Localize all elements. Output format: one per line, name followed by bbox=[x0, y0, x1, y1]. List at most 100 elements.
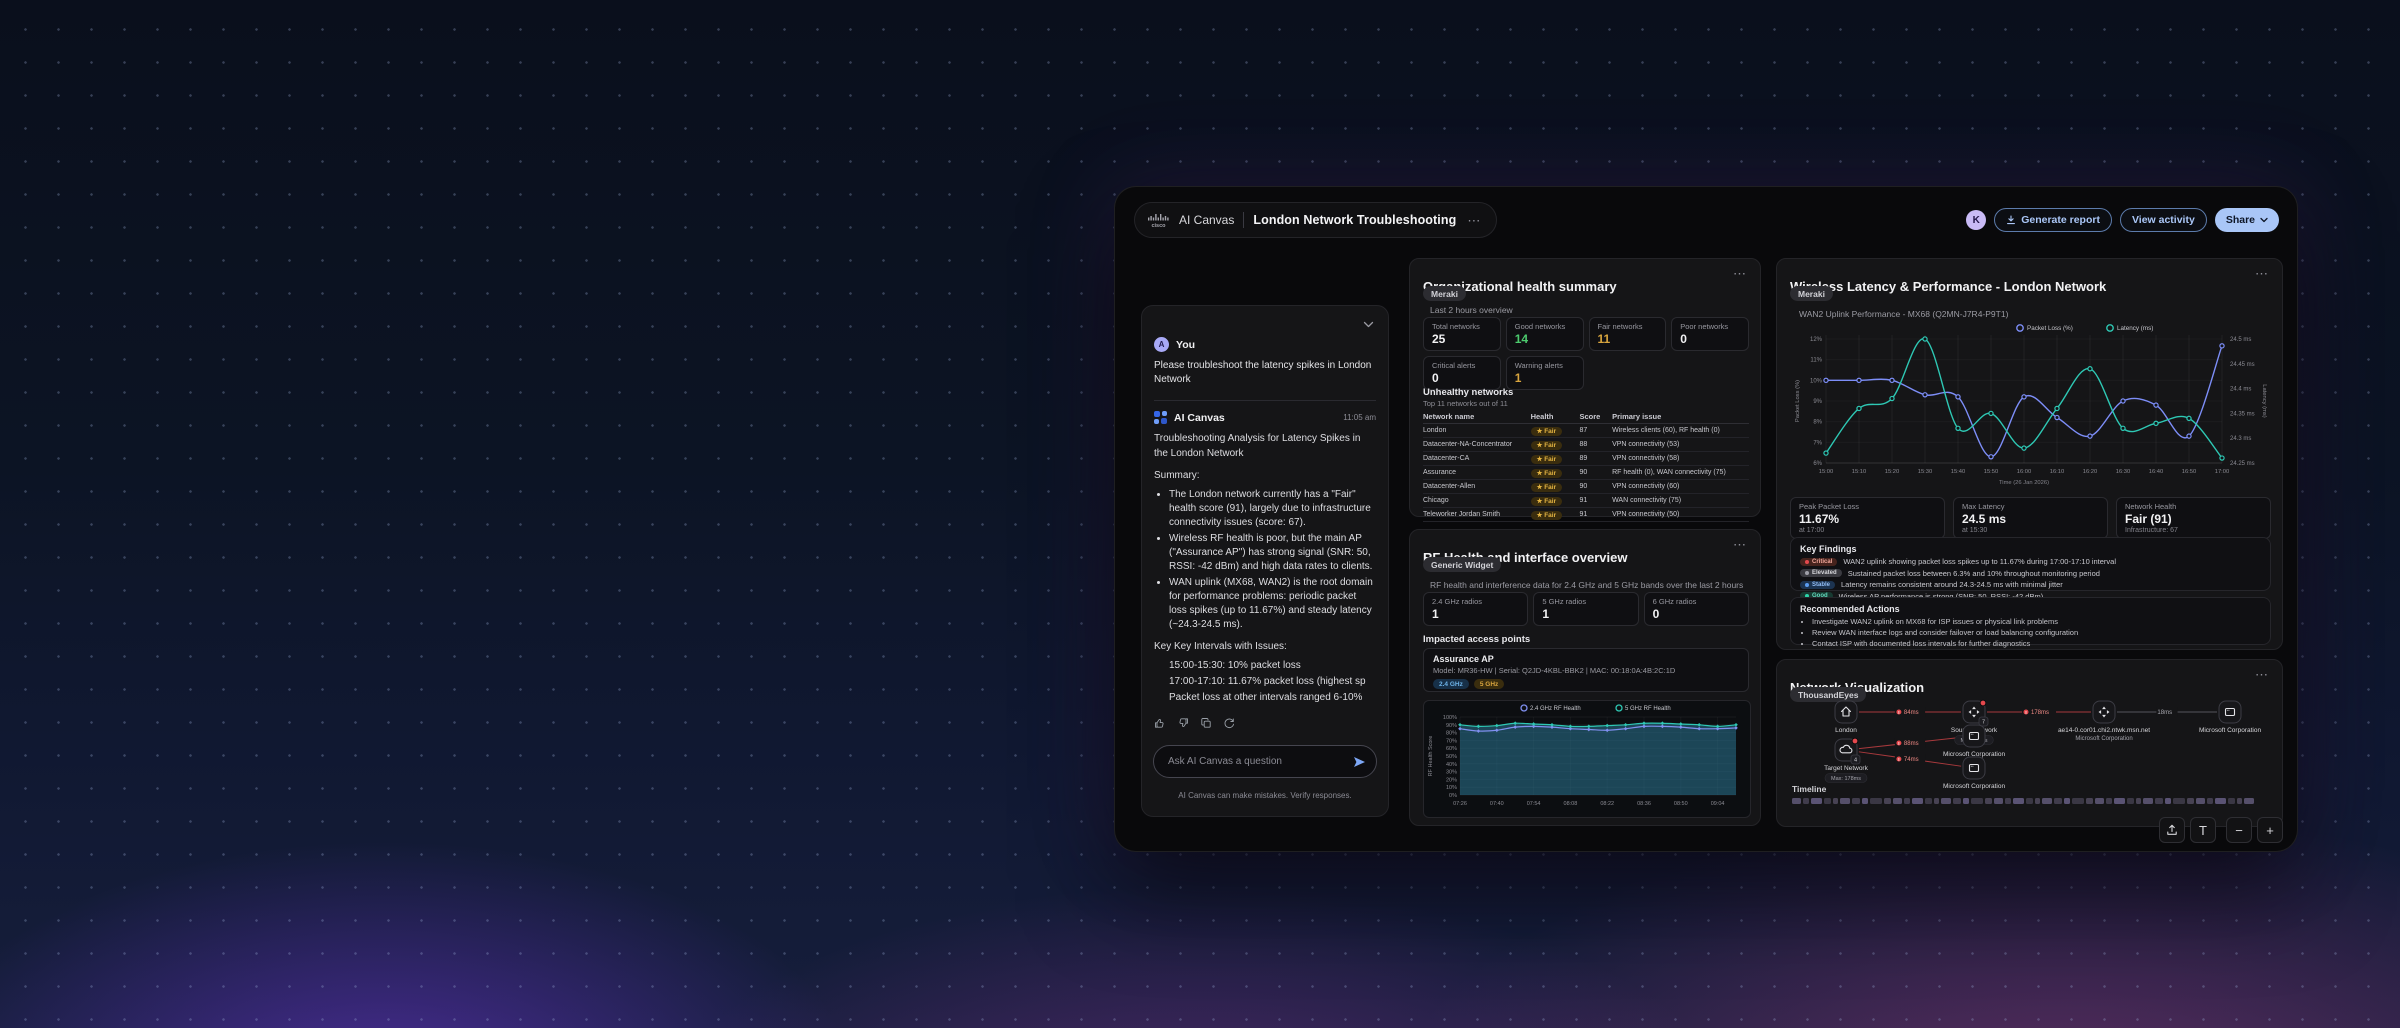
widget-menu-button[interactable]: ⋯ bbox=[2253, 267, 2271, 280]
zoom-in-button[interactable]: + bbox=[2257, 817, 2283, 843]
network-node-ms2[interactable]: Microsoft Corporation bbox=[1943, 757, 2006, 790]
send-button[interactable] bbox=[1351, 754, 1368, 770]
recommended-actions: Recommended Actions Investigate WAN2 upl… bbox=[1790, 597, 2271, 645]
network-row[interactable]: London★ Fair87Wireless clients (60), RF … bbox=[1423, 424, 1749, 438]
svg-text:16:10: 16:10 bbox=[2050, 469, 2065, 475]
thumbs-up-icon bbox=[1154, 717, 1166, 729]
network-row[interactable]: Datacenter-CA★ Fair89VPN connectivity (5… bbox=[1423, 452, 1749, 466]
svg-text:6%: 6% bbox=[1813, 461, 1822, 467]
user-avatar[interactable]: K bbox=[1966, 210, 1986, 230]
svg-text:0%: 0% bbox=[1449, 793, 1457, 799]
brand-label: AI Canvas bbox=[1179, 213, 1234, 227]
share-button[interactable]: Share bbox=[2215, 208, 2279, 232]
chat-user-label: You bbox=[1176, 339, 1195, 351]
widget-menu-button[interactable]: ⋯ bbox=[1731, 538, 1749, 551]
interval-bullet: 15:00-15:30: 10% packet loss bbox=[1169, 659, 1376, 673]
svg-text:2.4 GHz RF Health: 2.4 GHz RF Health bbox=[1530, 706, 1581, 712]
svg-text:Microsoft Corporation: Microsoft Corporation bbox=[1943, 783, 2006, 790]
widget-badge: Meraki bbox=[1423, 286, 1466, 301]
user-message: Please troubleshoot the latency spikes i… bbox=[1154, 359, 1376, 387]
widget-latency: Wireless Latency & Performance - London … bbox=[1776, 258, 2283, 650]
svg-text:Latency (ms): Latency (ms) bbox=[2261, 384, 2267, 418]
interval-bullet: 17:00-17:10: 11.67% packet loss (highest… bbox=[1169, 675, 1376, 689]
svg-text:Microsoft Corporation: Microsoft Corporation bbox=[2075, 736, 2132, 742]
network-node-dest[interactable]: Microsoft Corporation bbox=[2199, 701, 2262, 734]
svg-text:17:00: 17:00 bbox=[2215, 469, 2230, 475]
key-findings: Key Findings CriticalWAN2 uplink showing… bbox=[1790, 537, 2271, 591]
copy-icon bbox=[1200, 717, 1212, 729]
cisco-logo: cisco bbox=[1147, 213, 1170, 228]
summary-list: The London network currently has a "Fair… bbox=[1154, 488, 1376, 632]
view-activity-button[interactable]: View activity bbox=[2120, 208, 2207, 232]
thumbs-up-button[interactable] bbox=[1154, 717, 1166, 732]
stat-card: Poor networks0 bbox=[1671, 317, 1749, 351]
svg-text:08:22: 08:22 bbox=[1600, 801, 1614, 807]
summary-bullet: WAN uplink (MX68, WAN2) is the root doma… bbox=[1169, 576, 1376, 632]
widget-network-viz: Network Visualization ⋯ ThousandEyes !84… bbox=[1776, 659, 2283, 827]
network-node-target[interactable]: 4Target NetworkMax: 178ms bbox=[1824, 738, 1868, 782]
actions-list: Investigate WAN2 uplink on MX68 for ISP … bbox=[1800, 617, 2261, 650]
health-badge: ★ Fair bbox=[1531, 511, 1563, 520]
table-header: Score bbox=[1579, 410, 1612, 424]
regenerate-button[interactable] bbox=[1223, 717, 1235, 732]
widget-menu-button[interactable]: ⋯ bbox=[1731, 267, 1749, 280]
window-title-bar: cisco AI Canvas London Network Troublesh… bbox=[1134, 202, 1497, 238]
title-menu-button[interactable]: ⋯ bbox=[1465, 214, 1483, 227]
generate-report-button[interactable]: Generate report bbox=[1994, 208, 2112, 232]
intervals-list: 15:00-15:30: 10% packet loss 17:00-17:10:… bbox=[1154, 659, 1376, 705]
band-badge: 2.4 GHz bbox=[1433, 679, 1469, 689]
svg-text:11%: 11% bbox=[1810, 358, 1822, 364]
chat-disclaimer: AI Canvas can make mistakes. Verify resp… bbox=[1142, 791, 1388, 800]
svg-text:40%: 40% bbox=[1446, 762, 1457, 768]
table-header: Primary issue bbox=[1612, 410, 1749, 424]
stat-card: 6 GHz radios0 bbox=[1644, 592, 1749, 626]
svg-text:4: 4 bbox=[1854, 758, 1857, 764]
svg-text:15:50: 15:50 bbox=[1984, 469, 1999, 475]
svg-text:16:20: 16:20 bbox=[2083, 469, 2098, 475]
ap-card[interactable]: Assurance AP Model: MR36-HW | Serial: Q2… bbox=[1423, 648, 1749, 692]
svg-text:07:54: 07:54 bbox=[1527, 801, 1541, 807]
interval-bullet: Packet loss at other intervals ranged 6-… bbox=[1169, 691, 1376, 705]
network-row[interactable]: Datacenter-Allen★ Fair90VPN connectivity… bbox=[1423, 480, 1749, 494]
network-node-hop[interactable]: ae14-0.cor01.chi2.ntwk.msn.net Microsoft … bbox=[2058, 701, 2150, 742]
severity-badge: Stable bbox=[1800, 581, 1835, 589]
svg-text:16:30: 16:30 bbox=[2116, 469, 2131, 475]
rf-stats: 2.4 GHz radios15 GHz radios16 GHz radios… bbox=[1423, 592, 1749, 626]
chat-input[interactable] bbox=[1166, 755, 1351, 768]
copy-button[interactable] bbox=[1200, 717, 1212, 732]
export-button[interactable] bbox=[2159, 817, 2185, 843]
svg-text:RF Health Score: RF Health Score bbox=[1428, 736, 1434, 777]
chevron-down-icon bbox=[2260, 217, 2268, 223]
svg-text:24.35 ms: 24.35 ms bbox=[2230, 411, 2255, 417]
summary-bullet: The London network currently has a "Fair… bbox=[1169, 488, 1376, 530]
canvas-toolbar: T − + bbox=[2159, 817, 2283, 843]
message-title: Troubleshooting Analysis for Latency Spi… bbox=[1154, 432, 1376, 460]
summary-bullet: Wireless RF health is poor, but the main… bbox=[1169, 532, 1376, 574]
network-row[interactable]: Assurance★ Fair90RF health (0), WAN conn… bbox=[1423, 466, 1749, 480]
widget-org-health: Organizational health summary ⋯ Meraki L… bbox=[1409, 258, 1761, 517]
rf-description: RF health and interference data for 2.4 … bbox=[1430, 580, 1743, 590]
thumbs-down-button[interactable] bbox=[1177, 717, 1189, 732]
svg-text:09:04: 09:04 bbox=[1711, 801, 1725, 807]
chat-collapse-button[interactable] bbox=[1361, 314, 1376, 333]
zoom-out-button[interactable]: − bbox=[2226, 817, 2252, 843]
action-item: Contact ISP with documented loss interva… bbox=[1812, 639, 2261, 650]
svg-text:88ms: 88ms bbox=[1904, 741, 1919, 747]
table-header: Network name bbox=[1423, 410, 1531, 424]
network-node-london[interactable]: London bbox=[1835, 701, 1857, 734]
action-item: Review WAN interface logs and consider f… bbox=[1812, 628, 2261, 639]
chat-input-container bbox=[1153, 745, 1377, 778]
stat-card: Good networks14 bbox=[1506, 317, 1584, 351]
network-row[interactable]: Datacenter-NA-Concentrator★ Fair88VPN co… bbox=[1423, 438, 1749, 452]
text-tool-button[interactable]: T bbox=[2190, 817, 2216, 843]
svg-text:ae14-0.cor01.chi2.ntwk.msn.net: ae14-0.cor01.chi2.ntwk.msn.net bbox=[2058, 727, 2150, 734]
network-row[interactable]: Chicago★ Fair91WAN connectivity (75) bbox=[1423, 494, 1749, 508]
findings-list: CriticalWAN2 uplink showing packet loss … bbox=[1800, 557, 2261, 601]
timeline-bars[interactable] bbox=[1792, 798, 2262, 804]
ap-details: Model: MR36-HW | Serial: Q2JD-4KBL-BBK2 … bbox=[1433, 666, 1739, 675]
stat-card: Critical alerts0 bbox=[1423, 356, 1501, 390]
widget-menu-button[interactable]: ⋯ bbox=[2253, 668, 2271, 681]
network-row[interactable]: Teleworker Jordan Smith★ Fair91VPN conne… bbox=[1423, 508, 1749, 522]
severity-badge: Critical bbox=[1800, 558, 1837, 566]
svg-text:07:26: 07:26 bbox=[1453, 801, 1467, 807]
